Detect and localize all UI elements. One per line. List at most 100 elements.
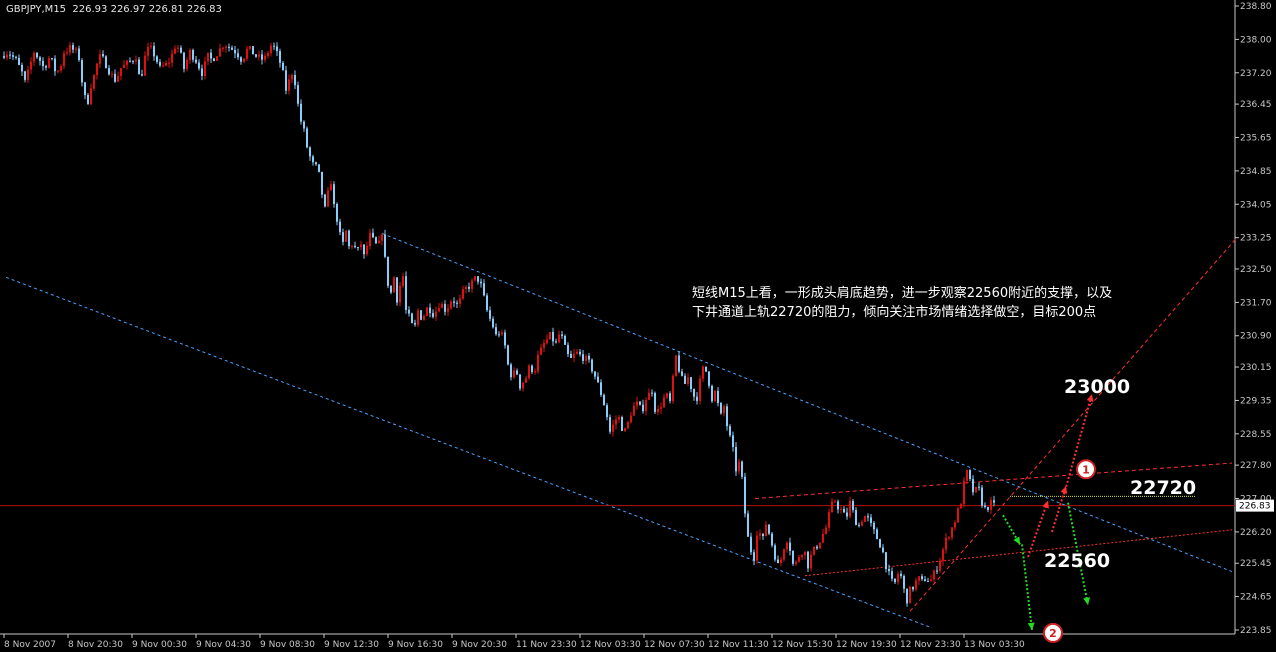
candle-body: [741, 461, 743, 477]
candle-body: [654, 392, 656, 412]
candle: [126, 59, 128, 70]
candle: [714, 389, 716, 403]
candle: [228, 43, 230, 52]
candle: [360, 240, 362, 251]
candle-body: [246, 48, 248, 59]
candle-body: [537, 354, 539, 372]
candle-body: [75, 48, 77, 50]
candle-body: [834, 501, 836, 503]
candle: [3, 51, 5, 60]
candle-body: [591, 359, 593, 372]
candle-body: [135, 59, 137, 62]
candle: [63, 50, 65, 70]
candle-body: [879, 539, 881, 548]
candle-body: [36, 52, 38, 58]
candle-body: [117, 75, 119, 82]
candle: [327, 186, 329, 208]
candle-body: [372, 232, 374, 238]
x-tick-label: 12 Nov 07:30: [644, 640, 705, 650]
candle: [633, 401, 635, 416]
candle: [39, 55, 41, 66]
candle: [729, 424, 731, 438]
candle-body: [651, 392, 653, 394]
candle-body: [144, 55, 146, 76]
x-tick-label: 9 Nov 12:30: [324, 640, 379, 650]
candle: [231, 45, 233, 51]
candle-body: [525, 378, 527, 383]
candle-body: [114, 73, 116, 82]
candle: [462, 285, 464, 300]
channel-lower-line: [5, 276, 933, 629]
candle-body: [885, 552, 887, 570]
candle: [309, 146, 311, 161]
candle-body: [171, 53, 173, 63]
candle: [717, 387, 719, 407]
candle: [162, 61, 164, 68]
candle: [213, 57, 215, 62]
candle-body: [234, 49, 236, 54]
candle-body: [405, 276, 407, 310]
candle: [483, 279, 485, 297]
candle: [468, 282, 470, 293]
candle-body: [660, 407, 662, 409]
candle-body: [762, 533, 764, 537]
candle-body: [213, 58, 215, 61]
candle: [396, 276, 398, 306]
candle-body: [435, 311, 437, 317]
candle-body: [543, 343, 545, 348]
candle: [822, 529, 824, 544]
candle: [552, 327, 554, 346]
candle: [939, 557, 941, 573]
candle-body: [585, 355, 587, 361]
candle: [72, 42, 74, 54]
y-tick-label: 237.20: [1240, 69, 1272, 79]
candle-body: [966, 469, 968, 481]
candle: [21, 62, 23, 77]
candle: [66, 47, 68, 56]
candle: [618, 415, 620, 423]
candle: [840, 505, 842, 514]
candle-body: [360, 244, 362, 248]
candle-body: [102, 54, 104, 57]
candle: [159, 59, 161, 68]
candle: [132, 60, 134, 65]
candle-body: [693, 389, 695, 397]
candle: [747, 510, 749, 537]
candle-body: [870, 517, 872, 523]
candle: [498, 331, 500, 338]
candle-body: [939, 560, 941, 571]
candle: [318, 164, 320, 173]
candle-body: [564, 335, 566, 345]
candle-body: [483, 283, 485, 296]
candle: [849, 496, 851, 519]
candle-body: [975, 486, 977, 493]
candle: [477, 276, 479, 285]
candle: [390, 285, 392, 295]
candle: [699, 375, 701, 405]
candle: [813, 546, 815, 556]
candle: [186, 57, 188, 72]
candle-body: [573, 353, 575, 358]
candle: [501, 329, 503, 337]
candle: [522, 382, 524, 392]
candle-body: [225, 46, 227, 48]
x-tick-label: 12 Nov 19:30: [836, 640, 897, 650]
candle: [267, 51, 269, 59]
candle-body: [666, 393, 668, 398]
candle-body: [87, 94, 89, 105]
candle: [117, 71, 119, 83]
y-tick-label: 227.80: [1240, 461, 1272, 471]
candle: [378, 235, 380, 244]
candle: [612, 420, 614, 437]
candle: [966, 469, 968, 484]
candle: [768, 524, 770, 536]
candle-body: [276, 46, 278, 52]
x-tick-label: 12 Nov 03:30: [580, 640, 641, 650]
candle: [582, 349, 584, 365]
candle-body: [993, 500, 995, 503]
candle: [951, 526, 953, 541]
red-arrow-head: [1042, 500, 1049, 509]
candle-body: [504, 332, 506, 346]
candle: [426, 306, 428, 317]
candle: [249, 45, 251, 51]
